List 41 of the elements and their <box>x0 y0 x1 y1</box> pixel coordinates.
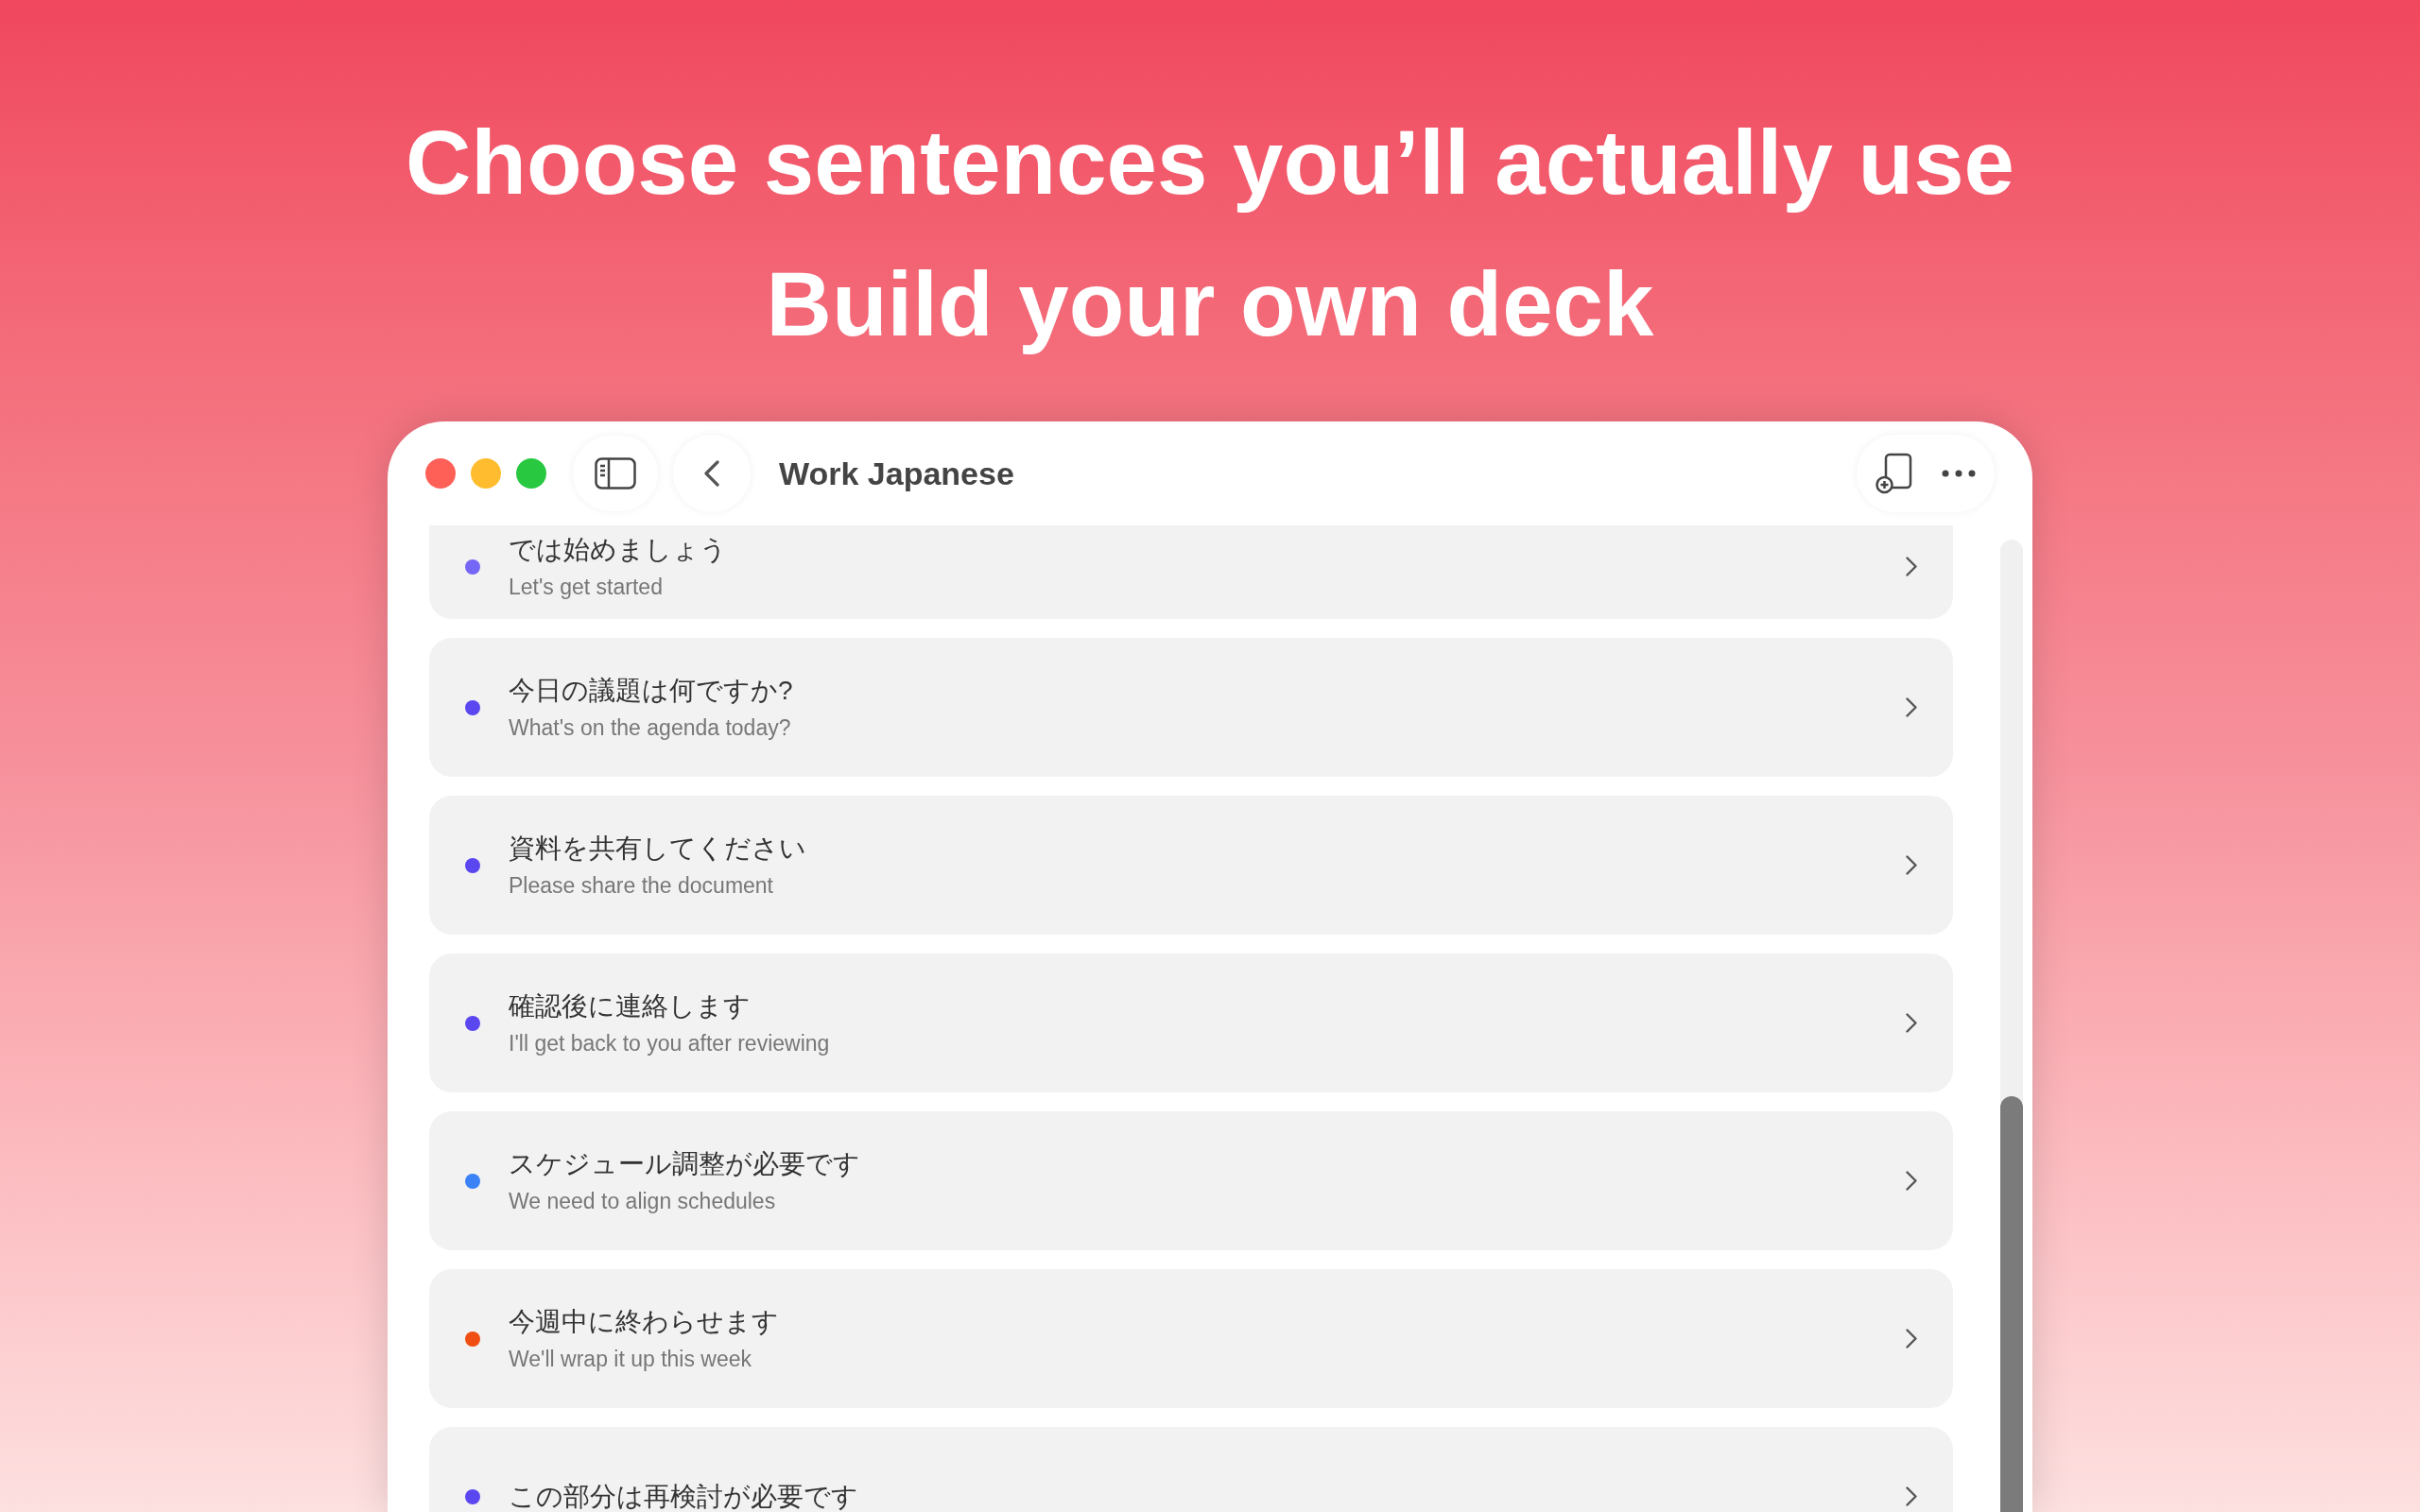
add-card-icon <box>1876 453 1913 494</box>
scrollbar-track[interactable] <box>2000 540 2023 1512</box>
phrase-row[interactable]: 確認後に連絡します I'll get back to you after reviewing <box>429 954 1953 1092</box>
chevron-right-icon <box>1906 1329 1917 1349</box>
ellipsis-icon <box>1942 470 1976 477</box>
japanese-phrase: 確認後に連絡します <box>509 989 752 1022</box>
window-title: Work Japanese <box>779 454 1014 493</box>
chevron-right-icon <box>1906 1486 1917 1506</box>
add-card-button[interactable] <box>1876 453 1913 494</box>
phrase-row[interactable]: 資料を共有してください Please share the document <box>429 796 1953 935</box>
english-translation: Please share the document <box>509 871 774 899</box>
sidebar-icon <box>595 457 636 490</box>
headline: Choose sentences you’ll actually use <box>406 111 2014 215</box>
phrase-row[interactable]: スケジュール調整が必要です We need to align schedules <box>429 1111 1953 1250</box>
japanese-phrase: 今日の議題は何ですか? <box>509 674 794 707</box>
maximize-window-icon[interactable] <box>516 458 546 489</box>
japanese-phrase: では始めましょう <box>509 533 728 566</box>
english-translation: I'll get back to you after reviewing <box>509 1029 831 1057</box>
back-icon <box>704 460 719 487</box>
scrollbar-thumb[interactable] <box>2000 1096 2023 1512</box>
more-button[interactable] <box>1942 470 1976 477</box>
chevron-right-icon <box>1906 557 1917 576</box>
phrase-row[interactable]: では始めましょう Let's get started <box>429 525 1953 619</box>
english-translation: Let's get started <box>509 573 664 600</box>
japanese-phrase: 資料を共有してください <box>509 832 807 865</box>
chevron-right-icon <box>1906 697 1917 717</box>
chevron-right-icon <box>1906 1171 1917 1191</box>
japanese-phrase: 今週中に終わらせます <box>509 1305 780 1338</box>
english-translation: We'll wrap it up this week <box>509 1345 753 1372</box>
headline: Build your own deck <box>766 252 1654 356</box>
english-translation: We need to align schedules <box>509 1187 777 1214</box>
minimize-window-icon[interactable] <box>471 458 501 489</box>
close-window-icon[interactable] <box>425 458 456 489</box>
japanese-phrase: スケジュール調整が必要です <box>509 1147 861 1180</box>
english-translation: What's on the agenda today? <box>509 713 792 741</box>
japanese-phrase: この部分は再検討が必要です <box>509 1480 859 1512</box>
phrase-row[interactable]: 今週中に終わらせます We'll wrap it up this week <box>429 1269 1953 1408</box>
chevron-right-icon <box>1906 855 1917 875</box>
phrase-row[interactable]: 今日の議題は何ですか? What's on the agenda today? <box>429 638 1953 777</box>
phrase-row[interactable]: この部分は再検討が必要です <box>429 1427 1953 1512</box>
chevron-right-icon <box>1906 1013 1917 1033</box>
